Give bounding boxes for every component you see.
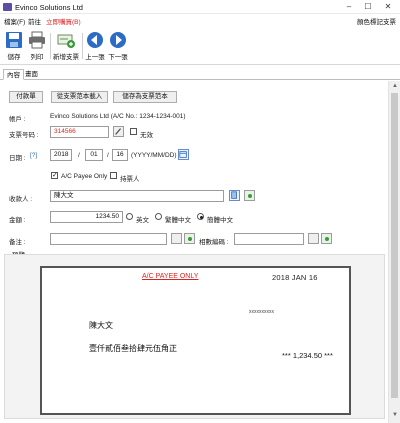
save-icon — [6, 32, 22, 48]
remark-browse-button[interactable] — [171, 233, 182, 244]
scroll-thumb[interactable] — [391, 93, 398, 398]
cheque-xline: xxxxxxxxxx — [249, 309, 274, 315]
menu-bar: 檔案(F) 前往 立即購買(B) 顏色標記支票 — [0, 14, 400, 26]
bearer-checkbox[interactable] — [110, 172, 117, 179]
new-cheque-label: 新增支票 — [53, 54, 79, 61]
toolbar: 儲存 列印 新增支票 上一張 下一張 — [0, 27, 400, 65]
tab-content[interactable]: 內容 — [3, 69, 24, 80]
traditional-chinese-radio[interactable] — [155, 213, 162, 220]
traditional-chinese-label: 繁體中文 — [165, 217, 191, 224]
edit-cheque-no-button[interactable] — [113, 126, 124, 137]
save-button[interactable]: 儲存 — [3, 31, 25, 61]
add-payee-button[interactable] — [244, 190, 255, 201]
address-book-icon — [231, 191, 237, 199]
tab-appearance[interactable]: 畫面 — [22, 69, 41, 80]
english-label: 英文 — [136, 217, 149, 224]
category-label: 相數編碼 : — [199, 239, 229, 246]
new-cheque-icon — [57, 34, 75, 48]
amount-input[interactable]: 1234.50 — [50, 211, 123, 223]
month-input[interactable]: 01 — [85, 149, 103, 161]
remark-add-button[interactable] — [184, 233, 195, 244]
payee-only-label: A/C Payee Only — [61, 173, 108, 180]
save-template-button[interactable]: 儲存為支票范本 — [113, 91, 177, 103]
category-browse-button[interactable] — [308, 233, 319, 244]
menu-color-tag[interactable]: 顏色標記支票 — [357, 16, 396, 26]
next-button[interactable]: 下一張 — [107, 31, 129, 61]
account-value: Evinco Solutions Ltd (A/C No.: 1234-1234… — [50, 113, 186, 120]
scroll-down-icon[interactable]: ▼ — [392, 412, 398, 418]
amount-label: 金額 : — [9, 217, 26, 224]
date-separator: / — [107, 152, 109, 159]
new-cheque-button[interactable]: 新增支票 — [52, 31, 80, 61]
english-radio[interactable] — [126, 213, 133, 220]
tab-bar: 內容 畫面 — [0, 69, 400, 80]
category-input[interactable] — [234, 233, 304, 245]
cheque-amount-words: 壹仟貳佰叁拾肆元伍角正 — [89, 344, 177, 353]
date-format-hint: (YYYY/MM/DD) — [131, 152, 177, 159]
simplified-chinese-radio[interactable] — [197, 213, 204, 220]
arrow-left-icon — [87, 32, 103, 48]
menu-file[interactable]: 檔案(F) — [4, 16, 25, 26]
toolbar-divider — [82, 33, 83, 59]
cheque-preview: A/C PAYEE ONLY 2018 JAN 16 xxxxxxxxxx 陳大… — [40, 266, 351, 415]
cheque-date: 2018 JAN 16 — [272, 273, 318, 282]
maximize-icon[interactable]: ☐ — [361, 2, 375, 12]
next-label: 下一張 — [108, 54, 128, 61]
pay-slip-button[interactable]: 付款單 — [9, 91, 43, 103]
date-separator: / — [78, 152, 80, 159]
remark-label: 备注 : — [9, 239, 26, 246]
print-button[interactable]: 列印 — [26, 31, 48, 61]
menu-buy-now[interactable]: 立即購買(B) — [46, 16, 81, 26]
scroll-up-icon[interactable]: ▲ — [392, 83, 398, 89]
cheque-no-label: 支票号码 : — [9, 132, 39, 139]
save-label: 儲存 — [7, 54, 21, 61]
payee-label: 收款人 : — [9, 196, 33, 203]
menu-goto[interactable]: 前往 — [28, 16, 41, 26]
printer-icon — [29, 31, 45, 49]
cheque-no-input[interactable]: 314566 — [50, 126, 109, 138]
cheque-amount-figures: *** 1,234.50 *** — [282, 351, 333, 360]
window-title: Evinco Solutions Ltd — [15, 3, 83, 12]
app-icon — [3, 3, 12, 11]
print-label: 列印 — [30, 54, 44, 61]
close-icon[interactable]: ✕ — [381, 2, 395, 12]
vertical-scrollbar[interactable]: ▲ ▼ — [388, 81, 400, 423]
day-input[interactable]: 16 — [112, 149, 128, 161]
bearer-label: 持票人 — [120, 176, 140, 183]
previous-button[interactable]: 上一張 — [84, 31, 106, 61]
void-label: 无效 — [140, 132, 153, 139]
pencil-icon — [115, 128, 121, 135]
calendar-button[interactable] — [178, 149, 189, 160]
payee-book-button[interactable] — [229, 190, 240, 201]
calendar-icon — [179, 151, 187, 158]
simplified-chinese-label: 簡體中文 — [207, 217, 233, 224]
date-help-link[interactable]: [?] — [30, 152, 37, 159]
toolbar-divider — [50, 33, 51, 59]
payee-input[interactable]: 陳大文 — [50, 190, 224, 202]
title-bar: Evinco Solutions Ltd – ☐ ✕ — [0, 0, 400, 14]
payee-only-checkbox[interactable] — [51, 171, 58, 179]
date-label: 日期 : — [9, 155, 26, 162]
remark-input[interactable] — [50, 233, 167, 245]
account-label: 帳戶 : — [9, 116, 26, 123]
void-checkbox[interactable] — [130, 128, 137, 135]
cheque-payee-only: A/C PAYEE ONLY — [142, 273, 199, 280]
minimize-icon[interactable]: – — [342, 2, 356, 12]
previous-label: 上一張 — [85, 54, 105, 61]
cheque-payee: 陳大文 — [89, 321, 113, 330]
year-input[interactable]: 2018 — [50, 149, 72, 161]
arrow-right-icon — [110, 32, 126, 48]
load-template-button[interactable]: 從支票范本載入 — [51, 91, 108, 103]
category-add-button[interactable] — [321, 233, 332, 244]
